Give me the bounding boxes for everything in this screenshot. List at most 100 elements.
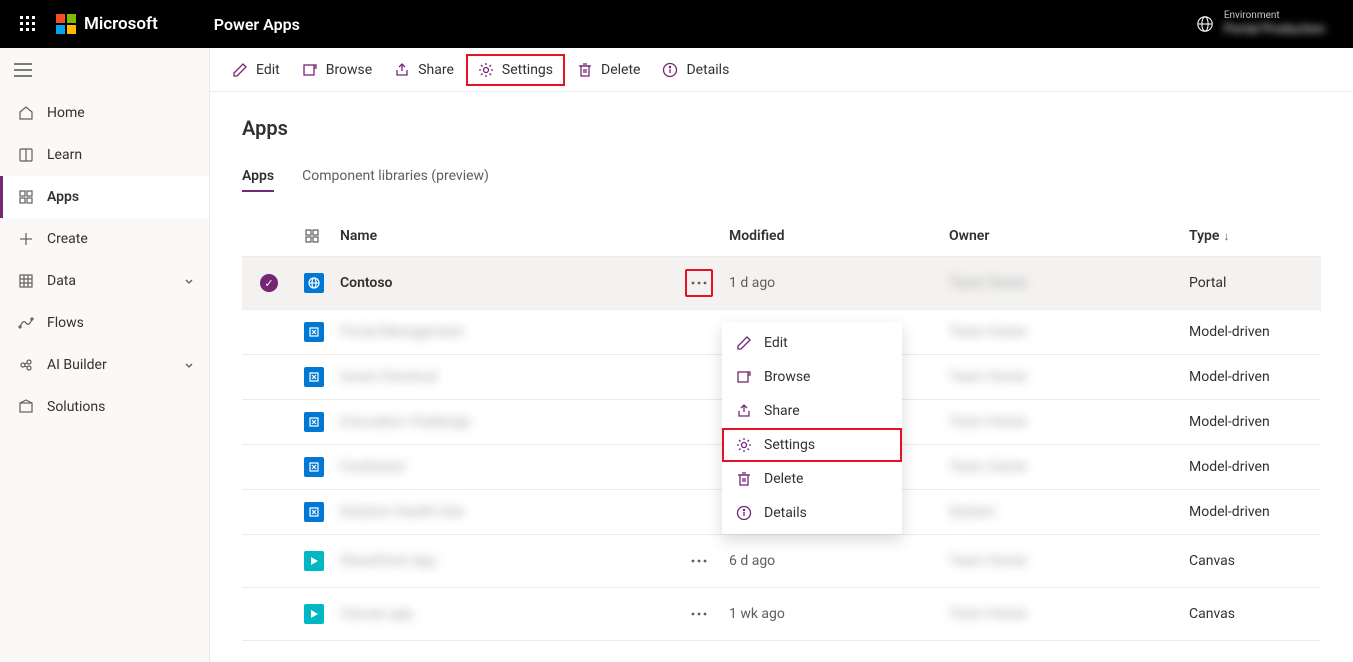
cmd-share[interactable]: Share [384,56,464,84]
app-name[interactable]: SharePoint App [340,553,436,569]
home-icon [17,104,35,122]
command-bar: Edit Browse Share Settings Delete Detail… [210,48,1353,92]
ctx-label: Settings [764,437,815,453]
app-type-icon [304,273,324,293]
check-icon: ✓ [260,274,278,292]
col-name[interactable]: Name [332,216,661,257]
environment-switcher[interactable]: Environment Portal Production [1196,10,1345,38]
owner-cell: System [949,504,995,520]
nav-label: Flows [47,315,84,331]
global-header: Microsoft Power Apps Environment Portal … [0,0,1353,48]
ctx-label: Share [764,403,800,419]
cmd-label: Details [686,62,729,78]
sort-down-icon: ↓ [1223,229,1229,243]
nav-label: Apps [47,189,79,205]
ctx-delete[interactable]: Delete [722,462,902,496]
ctx-label: Edit [764,335,788,351]
browse-icon [302,62,318,78]
cmd-label: Browse [326,62,372,78]
nav-toggle[interactable] [0,48,209,92]
book-icon [17,146,35,164]
package-icon [17,398,35,416]
app-type-icon [304,412,324,432]
ctx-browse[interactable]: Browse [722,360,902,394]
app-type-icon [304,502,324,522]
ctx-share[interactable]: Share [722,394,902,428]
owner-cell: Team Owner [949,414,1028,430]
modified-cell: 1 d ago [721,257,941,310]
pencil-icon [736,335,752,351]
page-title: Apps [242,116,1321,140]
owner-cell: Team Owner [949,324,1028,340]
col-type[interactable]: Type↓ [1181,216,1321,257]
cmd-label: Share [418,62,454,78]
app-name[interactable]: Portal Management [340,324,463,340]
col-owner[interactable]: Owner [941,216,1181,257]
row-more-button[interactable] [685,600,713,628]
env-label: Environment [1224,10,1325,22]
app-name[interactable]: Innovation Challenge [340,414,470,430]
info-icon [736,505,752,521]
tab-apps[interactable]: Apps [242,168,274,192]
type-cell: Model-driven [1181,445,1321,490]
trash-icon [577,62,593,78]
type-cell: Model-driven [1181,355,1321,400]
brand-logo[interactable]: Microsoft [56,14,158,34]
trash-icon [736,471,752,487]
table-row[interactable]: SharePoint App6 d agoTeam OwnerCanvas [242,535,1321,588]
ctx-label: Delete [764,471,803,487]
type-cell: Canvas [1181,588,1321,641]
col-modified[interactable]: Modified [721,216,941,257]
nav-solutions[interactable]: Solutions [0,386,209,428]
sidebar: Home Learn Apps Create Data Flows AI Bui… [0,48,210,662]
row-more-button[interactable] [685,269,713,297]
info-icon [662,62,678,78]
app-name[interactable]: Solution Health Hub [340,504,464,520]
cmd-edit[interactable]: Edit [222,56,290,84]
nav-flows[interactable]: Flows [0,302,209,344]
nav-home[interactable]: Home [0,92,209,134]
ctx-edit[interactable]: Edit [722,326,902,360]
nav-create[interactable]: Create [0,218,209,260]
ai-icon [17,356,35,374]
table-row[interactable]: Canvas app1 wk agoTeam OwnerCanvas [242,588,1321,641]
app-name[interactable]: Fundraiser [340,459,406,475]
row-more-button[interactable] [685,547,713,575]
type-cell: Model-driven [1181,490,1321,535]
grid-icon [17,272,35,290]
nav-label: Data [47,273,76,289]
app-type-icon [304,551,324,571]
waffle-icon[interactable] [8,0,48,48]
nav-apps[interactable]: Apps [0,176,209,218]
app-type-icon [304,457,324,477]
cmd-delete[interactable]: Delete [567,56,650,84]
col-actions [661,216,721,257]
owner-cell: Team Owner [949,369,1028,385]
nav-label: Home [47,105,85,121]
cmd-settings[interactable]: Settings [466,54,565,86]
app-type-icon [304,322,324,342]
app-type-icon [304,367,324,387]
type-cell: Model-driven [1181,400,1321,445]
table-row[interactable]: ✓ Contoso 1 d ago Team Owner Portal [242,257,1321,310]
nav-label: Create [47,231,88,247]
globe-icon [1196,15,1214,33]
cmd-details[interactable]: Details [652,56,739,84]
owner-cell: Team Owner [949,275,1028,291]
col-app-icon [296,216,332,257]
cmd-browse[interactable]: Browse [292,56,382,84]
nav-data[interactable]: Data [0,260,209,302]
gear-icon [736,437,752,453]
gear-icon [478,62,494,78]
app-name[interactable]: Asset Checkout [340,369,438,385]
nav-ai-builder[interactable]: AI Builder [0,344,209,386]
content: Edit Browse Share Settings Delete Detail… [210,48,1353,662]
tab-component-libraries[interactable]: Component libraries (preview) [302,168,489,192]
ctx-settings[interactable]: Settings [722,428,902,462]
ctx-details[interactable]: Details [722,496,902,530]
app-name[interactable]: Canvas app [340,606,413,622]
type-cell: Portal [1181,257,1321,310]
nav-learn[interactable]: Learn [0,134,209,176]
flow-icon [17,314,35,332]
app-name[interactable]: Contoso [340,275,392,291]
